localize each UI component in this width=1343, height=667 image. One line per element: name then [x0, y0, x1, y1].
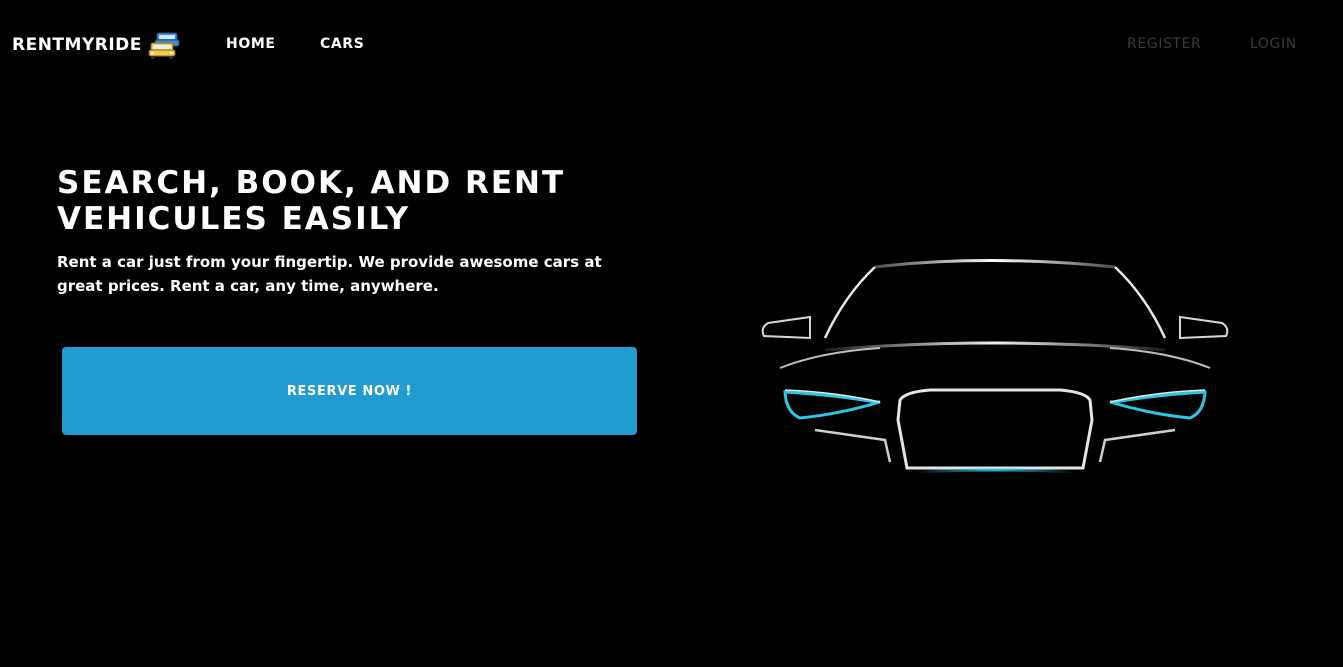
hero-title-line2: VEHICULES EASILY [57, 201, 411, 237]
hero-title-line1: SEARCH, BOOK, AND RENT [57, 165, 566, 201]
page: RENTMYRIDE HOME CARS REGISTER LOGIN SEAR… [0, 0, 1343, 667]
cars-icon [148, 32, 180, 59]
navbar: RENTMYRIDE HOME CARS REGISTER LOGIN [0, 0, 1343, 88]
nav-register-link[interactable]: REGISTER [1127, 36, 1201, 52]
hero-title: SEARCH, BOOK, AND RENT VEHICULES EASILY [57, 165, 657, 237]
brand-logo[interactable]: RENTMYRIDE [12, 30, 180, 60]
nav-cars-link[interactable]: CARS [320, 36, 364, 52]
nav-login-link[interactable]: LOGIN [1250, 36, 1297, 52]
nav-home-link[interactable]: HOME [226, 36, 276, 52]
car-front-silhouette [761, 259, 1229, 474]
hero-description: Rent a car just from your fingertip. We … [57, 253, 602, 295]
brand-name: RENTMYRIDE [12, 35, 142, 55]
reserve-now-button[interactable]: RESERVE NOW ! [62, 347, 637, 435]
